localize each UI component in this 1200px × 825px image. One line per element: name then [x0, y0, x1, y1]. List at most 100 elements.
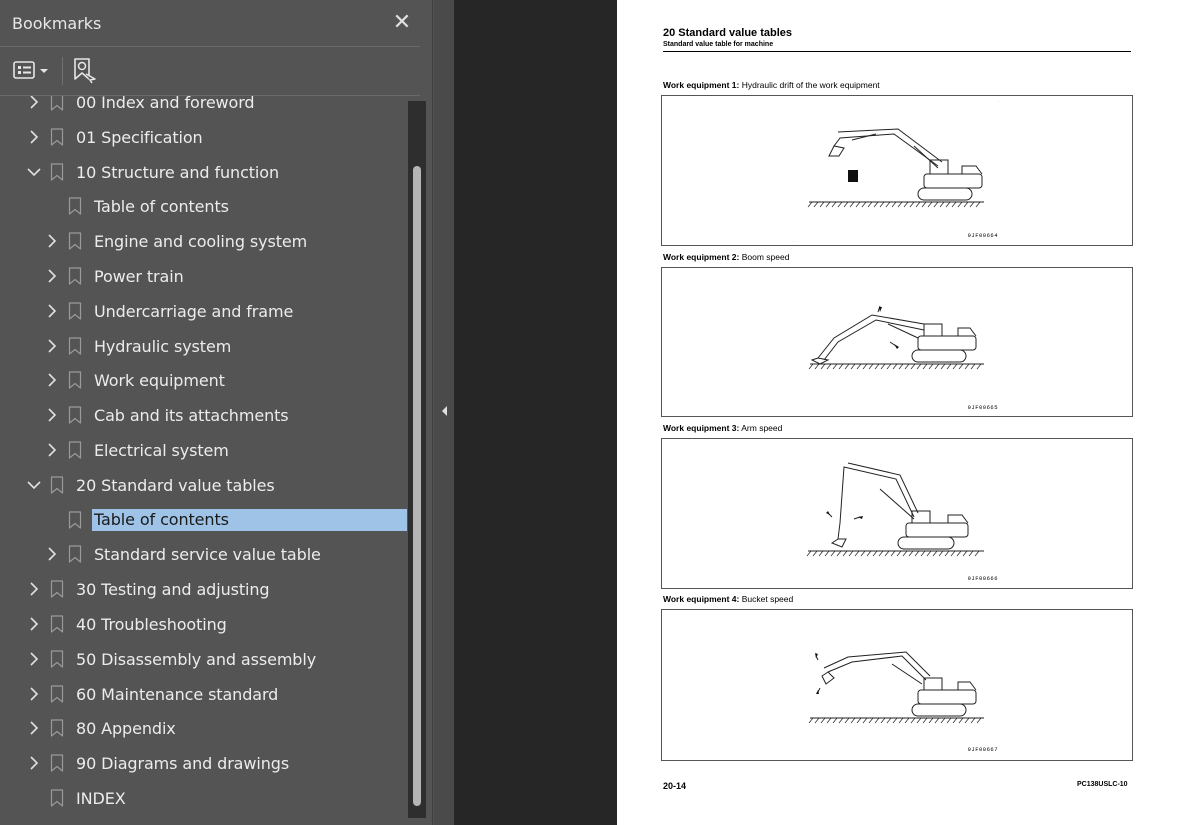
- chevron-right-icon[interactable]: [26, 581, 42, 597]
- bookmark-label: 90 Diagrams and drawings: [76, 754, 290, 774]
- bookmark-icon: [68, 267, 82, 285]
- bookmark-item[interactable]: 30 Testing and adjusting: [0, 572, 408, 607]
- bookmark-item[interactable]: Undercarriage and frame: [0, 294, 408, 329]
- bookmark-item[interactable]: Standard service value table: [0, 537, 408, 572]
- bookmark-item[interactable]: Power train: [0, 259, 408, 294]
- document-viewer-background: [454, 0, 617, 825]
- find-current-bookmark-button[interactable]: [70, 56, 98, 84]
- bookmark-label: Hydraulic system: [94, 336, 232, 356]
- bookmark-icon: [50, 476, 64, 494]
- bookmark-icon: [50, 128, 64, 146]
- chevron-right-icon[interactable]: [44, 233, 60, 249]
- bookmark-options-icon: [13, 61, 48, 79]
- chevron-right-icon[interactable]: [26, 616, 42, 632]
- chevron-right-icon[interactable]: [26, 651, 42, 667]
- chevron-right-icon[interactable]: [44, 546, 60, 562]
- page-number: 20-14: [663, 781, 687, 791]
- excavator-hydraulic-drift-illustration: . .: [793, 98, 999, 243]
- chevron-right-icon[interactable]: [26, 686, 42, 702]
- bookmark-item[interactable]: 90 Diagrams and drawings: [0, 746, 408, 781]
- toolbar-separator: [62, 57, 63, 85]
- figure-caption: Work equipment 2: Boom speed: [663, 252, 790, 262]
- bookmark-item[interactable]: INDEX: [0, 781, 408, 816]
- chevron-right-icon[interactable]: [44, 268, 60, 284]
- bookmark-item[interactable]: 10 Structure and function: [0, 155, 408, 190]
- bookmark-icon: [68, 371, 82, 389]
- pdf-page: 20 Standard value tables Standard value …: [617, 0, 1200, 825]
- bookmark-item[interactable]: Table of contents: [0, 189, 408, 224]
- bookmark-icon: [50, 96, 64, 111]
- bookmark-label: Electrical system: [94, 440, 229, 460]
- bookmark-label: 00 Index and foreword: [76, 96, 255, 112]
- bookmark-item[interactable]: 40 Troubleshooting: [0, 607, 408, 642]
- page-title: 20 Standard value tables: [663, 27, 792, 39]
- bookmark-item[interactable]: 20 Standard value tables: [0, 468, 408, 503]
- bookmark-item[interactable]: Table of contents: [0, 503, 408, 538]
- bookmark-item[interactable]: Electrical system: [0, 433, 408, 468]
- chevron-right-icon[interactable]: [44, 442, 60, 458]
- bookmark-list: 00 Index and foreword 01 Specification 10 …: [0, 96, 408, 816]
- chevron-right-icon[interactable]: [44, 407, 60, 423]
- excavator-bucket-speed-illustration: [808, 651, 984, 724]
- bookmark-icon: [50, 754, 64, 772]
- bookmark-item[interactable]: 00 Index and foreword: [0, 96, 408, 120]
- bookmark-label: Table of contents: [92, 508, 407, 531]
- bookmark-label: 80 Appendix: [76, 719, 176, 739]
- bookmark-label: 60 Maintenance standard: [76, 684, 279, 704]
- bookmark-label: Work equipment: [94, 371, 225, 391]
- figure-arm-speed: 9JF00666: [661, 438, 1133, 589]
- bookmark-item[interactable]: 01 Specification: [0, 120, 408, 155]
- figure-id: 9JF00665: [967, 404, 998, 411]
- bookmark-item[interactable]: 80 Appendix: [0, 711, 408, 746]
- bookmark-icon: [50, 580, 64, 598]
- figure-caption: Work equipment 1: Hydraulic drift of the…: [663, 80, 880, 90]
- close-panel-button[interactable]: ✕: [390, 9, 414, 35]
- bookmark-label: INDEX: [76, 788, 126, 808]
- chevron-right-icon[interactable]: [26, 755, 42, 771]
- excavator-boom-speed-illustration: [808, 305, 984, 370]
- figure-boom-speed: 9JF00665: [661, 267, 1133, 417]
- excavator-arm-speed-illustration: [806, 462, 984, 557]
- bookmark-icon: [50, 162, 64, 181]
- bookmark-icon: [50, 719, 64, 737]
- chevron-right-icon[interactable]: [44, 338, 60, 354]
- bookmark-item[interactable]: 60 Maintenance standard: [0, 677, 408, 712]
- svg-text:.: .: [998, 98, 999, 103]
- panel-title: Bookmarks: [12, 14, 102, 33]
- collapse-panel-arrow-icon[interactable]: [439, 404, 449, 418]
- bookmark-label: Table of contents: [94, 197, 229, 217]
- bookmark-options-button[interactable]: [12, 59, 52, 83]
- bookmark-label: 10 Structure and function: [76, 162, 280, 182]
- chevron-down-icon[interactable]: [26, 477, 42, 493]
- chevron-right-icon[interactable]: [26, 96, 42, 110]
- bookmarks-panel: Bookmarks ✕ 00 Index and foreword 01 Spe…: [0, 0, 433, 825]
- bookmark-label: 30 Testing and adjusting: [76, 580, 270, 600]
- bookmark-item[interactable]: Cab and its attachments: [0, 398, 408, 433]
- model-code: PC138USLC-10: [1077, 781, 1128, 788]
- figure-id: 9JF00664: [967, 232, 998, 239]
- bookmark-label: 40 Troubleshooting: [76, 614, 227, 634]
- chevron-down-icon[interactable]: [26, 164, 42, 180]
- page-subtitle: Standard value table for machine: [663, 41, 774, 48]
- bookmark-icon: [68, 232, 82, 250]
- bookmark-label: Cab and its attachments: [94, 406, 289, 426]
- figure-bucket-speed: 9JF00667: [661, 609, 1133, 761]
- svg-text:.: .: [793, 238, 794, 243]
- bookmark-icon: [68, 197, 82, 215]
- bookmark-item[interactable]: Work equipment: [0, 363, 408, 398]
- bookmark-item[interactable]: Engine and cooling system: [0, 224, 408, 259]
- chevron-right-icon[interactable]: [26, 129, 42, 145]
- bookmark-item[interactable]: Hydraulic system: [0, 329, 408, 364]
- bookmark-label: Engine and cooling system: [94, 232, 308, 252]
- figure-hydraulic-drift: . . 9JF00664: [661, 95, 1133, 246]
- panel-header: Bookmarks ✕: [0, 0, 433, 46]
- bookmark-icon: [68, 336, 82, 355]
- title-rule: [663, 51, 1131, 52]
- bookmark-item[interactable]: 50 Disassembly and assembly: [0, 642, 408, 677]
- chevron-right-icon[interactable]: [26, 720, 42, 736]
- scrollbar-thumb[interactable]: [413, 166, 421, 806]
- chevron-right-icon[interactable]: [44, 372, 60, 388]
- chevron-right-icon[interactable]: [44, 303, 60, 319]
- bookmark-icon: [68, 441, 82, 459]
- bookmark-label: 20 Standard value tables: [76, 475, 275, 495]
